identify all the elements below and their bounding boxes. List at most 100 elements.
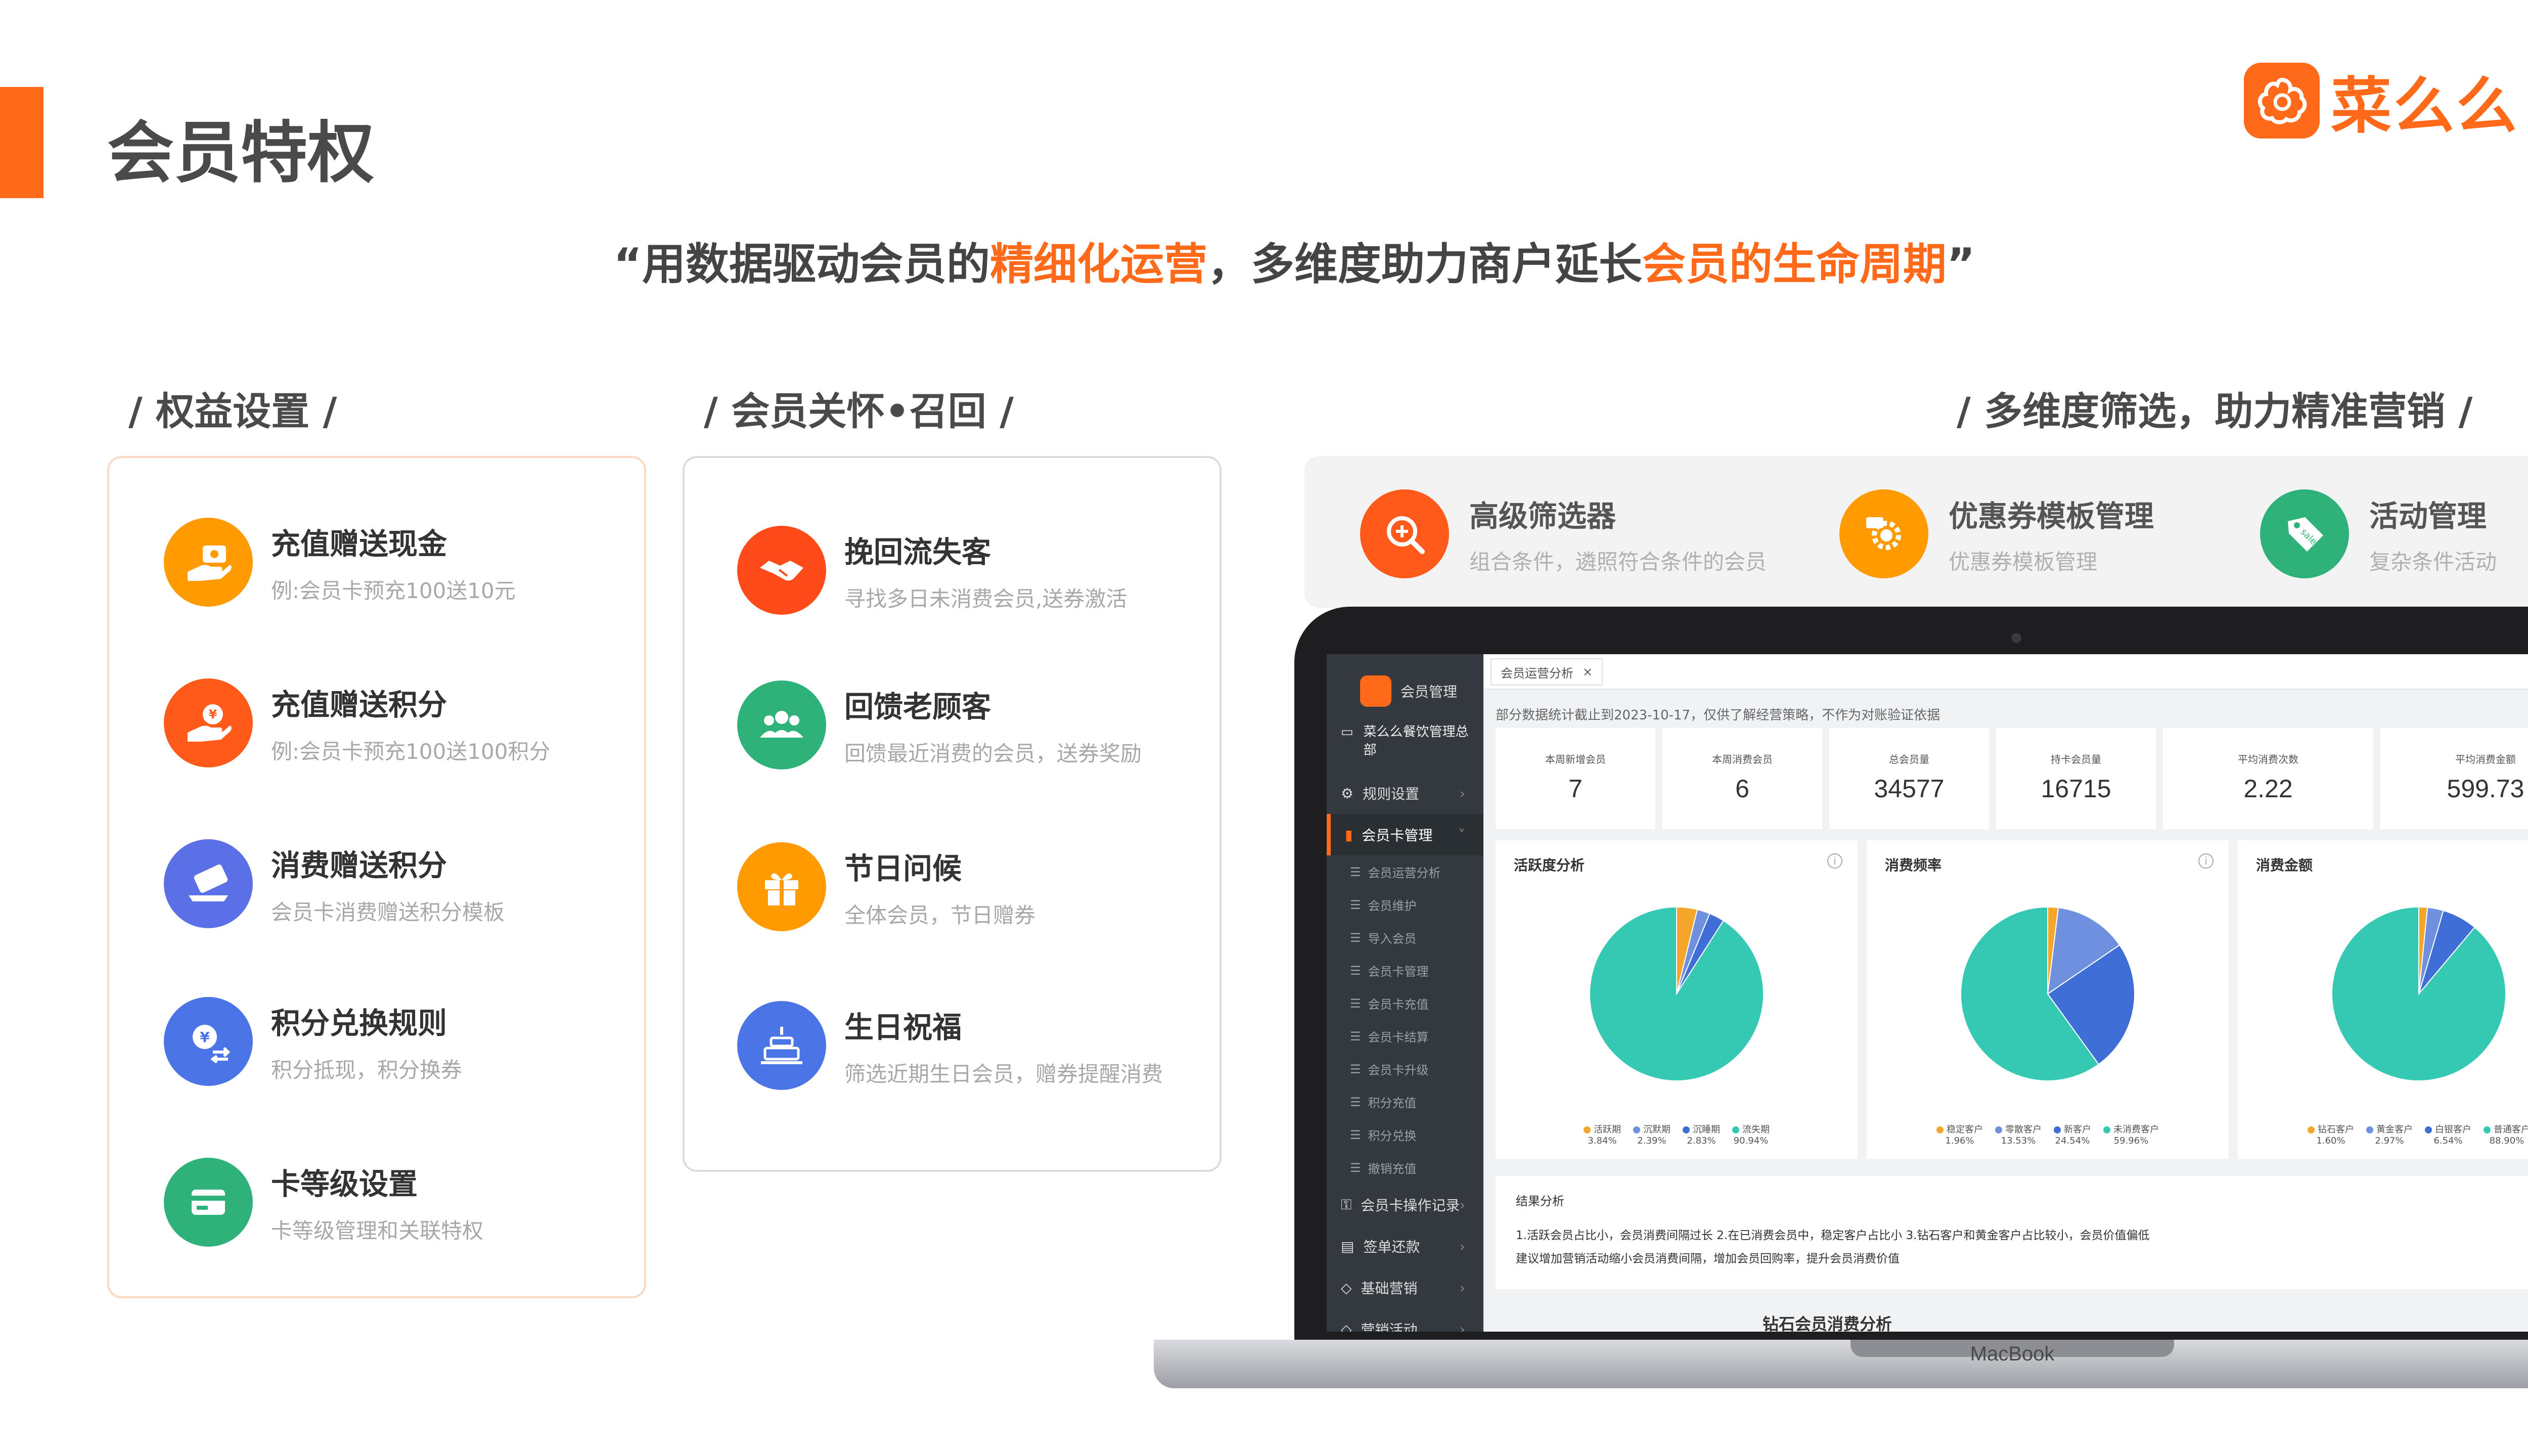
close-icon[interactable]: × [1583, 665, 1593, 679]
sidebar-item-basic-marketing[interactable]: ◇ 基础营销 › [1327, 1267, 1483, 1308]
legend-item: 未消费客户 59.96% [2103, 1124, 2159, 1147]
benefit-item[interactable]: ¥ 积分兑换规则 积分抵现，积分换券 [164, 997, 462, 1086]
sidebar-item-repayment[interactable]: ▤ 签单还款 › [1327, 1225, 1483, 1267]
legend-value: 3.84% [1588, 1135, 1617, 1146]
care-item[interactable]: 节日问候 全体会员，节日赠券 [737, 842, 1035, 931]
stat-label: 本周新增会员 [1545, 753, 1606, 765]
chevron-right-icon: › [1459, 1321, 1465, 1332]
slogan-highlight: 会员的生命周期 [1642, 239, 1947, 290]
sidebar-subitem[interactable]: ☰ 会员运营分析 [1327, 855, 1483, 888]
sidebar-subitem[interactable]: ☰ 会员卡升级 [1327, 1053, 1483, 1085]
list-icon: ☰ [1350, 1127, 1361, 1142]
legend-label: 流失期 [1742, 1124, 1770, 1135]
legend-value: 13.53% [2001, 1135, 2036, 1146]
list-icon: ☰ [1350, 963, 1361, 978]
tab-member-analysis[interactable]: 会员运营分析 × [1491, 658, 1603, 686]
filter-item[interactable]: 优惠券模板管理 优惠券模板管理 [1839, 489, 2154, 578]
chart-title: 活跃度分析 [1514, 857, 1585, 874]
tag-icon: ◇ [1341, 1321, 1352, 1332]
list-icon: ☰ [1350, 996, 1361, 1011]
camera-icon [2011, 633, 2021, 643]
legend-item: 活跃期 3.84% [1584, 1124, 1621, 1147]
sidebar-item-card-management[interactable]: ▮ 会员卡管理 ˅ [1327, 814, 1483, 855]
laptop-base [1154, 1340, 2528, 1388]
result-analysis: 结果分析 1.活跃会员占比小，会员消费间隔过长 2.在已消费会员中，稳定客户占比… [1496, 1176, 2528, 1289]
legend-label: 普通客户 [2494, 1124, 2528, 1135]
store-name: 菜么么餐饮管理总部 [1363, 724, 1469, 758]
pie-chart [1589, 906, 1764, 1081]
app-logo-icon [1360, 675, 1391, 707]
sidebar-subitem[interactable]: ☰ 撤销充值 [1327, 1151, 1483, 1184]
sidebar-subitem[interactable]: ☰ 会员卡结算 [1327, 1020, 1483, 1053]
data-notice: 部分数据统计截止到2023-10-17，仅供了解经营策略，不作为对账验证依据 [1496, 708, 1940, 723]
result-title: 结果分析 [1516, 1194, 1564, 1208]
sidebar-item-marketing-activity[interactable]: ◇ 营销活动 › [1327, 1308, 1483, 1332]
stat-label: 总会员量 [1889, 753, 1929, 765]
stat-value: 6 [1735, 775, 1749, 803]
benefit-item[interactable]: 卡等级设置 卡等级管理和关联特权 [164, 1158, 483, 1247]
laptop-screen: 会员管理 ▭ 菜么么餐饮管理总部 ⚙ 规则设置 › ▮ 会员卡管理 ˅ ☰ 会员运… [1327, 654, 2528, 1332]
sidebar-subitem[interactable]: ☰ 积分兑换 [1327, 1118, 1483, 1151]
filter-item[interactable]: sale 活动管理 复杂条件活动 [2260, 489, 2497, 578]
sidebar-subitem[interactable]: ☰ 会员维护 [1327, 888, 1483, 921]
sidebar-item-card-records[interactable]: ⚿ 会员卡操作记录 › [1327, 1184, 1483, 1225]
care-item[interactable]: 挽回流失客 寻找多日未消费会员,送券激活 [737, 526, 1127, 615]
macbook-label: MacBook [1970, 1343, 2055, 1365]
stat-value: 599.73 [2447, 775, 2524, 803]
filter-title: 优惠券模板管理 [1949, 498, 2154, 533]
item-title: 节日问候 [844, 851, 962, 886]
info-icon[interactable]: i [1827, 853, 1842, 869]
item-desc: 筛选近期生日会员，赠券提醒消费 [844, 1061, 1163, 1086]
stat-card: 持卡会员量 16715 [1996, 728, 2156, 829]
sidebar-subitem[interactable]: ☰ 会员卡充值 [1327, 987, 1483, 1020]
app-logo-text: 会员管理 [1401, 684, 1458, 700]
chevron-right-icon: › [1459, 785, 1465, 802]
chart-legend: 钻石客户 1.60% 黄金客户 2.97% 白银客户 6.54% 普通客户 88.90% [2238, 1124, 2528, 1147]
cake-icon [737, 1001, 826, 1090]
sidebar-subitem[interactable]: ☰ 会员卡管理 [1327, 954, 1483, 987]
sidebar-subitem[interactable]: ☰ 积分充值 [1327, 1085, 1483, 1118]
legend-dot [1633, 1126, 1640, 1133]
info-icon[interactable]: i [2198, 853, 2214, 869]
legend-item: 稳定客户 1.96% [1936, 1124, 1983, 1147]
section-title-benefits: / 权益设置 / [128, 389, 337, 434]
care-item[interactable]: 回馈老顾客 回馈最近消费的会员，送券奖励 [737, 680, 1142, 769]
slogan-text: ” [1947, 239, 1975, 290]
pie-card-frequency: 消费频率 i 稳定客户 1.96% 零散客户 13.53% 新客户 24.54% 未消… [1867, 840, 2229, 1159]
title-accent-bar [0, 87, 43, 198]
tag-icon: ◇ [1341, 1279, 1352, 1296]
stat-label: 平均消费金额 [2455, 753, 2516, 765]
stat-value: 7 [1568, 775, 1583, 803]
legend-dot [1995, 1126, 2002, 1133]
benefit-item[interactable]: 消费赠送积分 会员卡消费赠送积分模板 [164, 839, 505, 928]
pie-slice-4[interactable] [1589, 906, 1764, 1081]
legend-value: 2.97% [2375, 1135, 2404, 1146]
slogan: “用数据驱动会员的精细化运营，多维度助力商户延长会员的生命周期” [0, 229, 2528, 292]
legend-dot [1683, 1126, 1690, 1133]
item-title: 卡等级设置 [271, 1166, 418, 1201]
list-icon: ☰ [1350, 1062, 1361, 1076]
sidebar-item-rules[interactable]: ⚙ 规则设置 › [1327, 772, 1483, 814]
legend-value: 90.94% [1733, 1135, 1769, 1146]
stat-value: 2.22 [2243, 775, 2293, 803]
stat-label: 本周消费会员 [1712, 753, 1773, 765]
filter-item[interactable]: 高级筛选器 组合条件，遴照符合条件的会员 [1360, 489, 1767, 578]
stat-card: 总会员量 34577 [1829, 728, 1989, 829]
slogan-text: ，多维度助力商户延长 [1207, 239, 1642, 290]
sidebar-item-label: 营销活动 [1361, 1322, 1418, 1332]
tab-bar: 会员运营分析 × [1483, 654, 2528, 690]
legend-label: 白银客户 [2435, 1124, 2471, 1135]
benefit-item[interactable]: ¥ 充值赠送积分 例:会员卡预充100送100积分 [164, 678, 550, 767]
record-icon: ⚿ [1341, 1196, 1352, 1213]
legend-dot [1936, 1126, 1944, 1133]
sidebar-subitem[interactable]: ☰ 导入会员 [1327, 921, 1483, 954]
legend-label: 零散客户 [2005, 1124, 2042, 1135]
benefit-item[interactable]: 充值赠送现金 例:会员卡预充100送10元 [164, 518, 516, 607]
chart-title: 消费频率 [1885, 857, 1942, 874]
care-item[interactable]: 生日祝福 筛选近期生日会员，赠券提醒消费 [737, 1001, 1163, 1090]
legend-dot [2308, 1126, 2315, 1133]
store-selector[interactable]: ▭ 菜么么餐饮管理总部 [1327, 715, 1483, 772]
chevron-right-icon: › [1459, 1279, 1465, 1296]
stat-card: 本周新增会员 7 [1496, 728, 1655, 829]
pie-slice-4[interactable] [2331, 906, 2506, 1081]
